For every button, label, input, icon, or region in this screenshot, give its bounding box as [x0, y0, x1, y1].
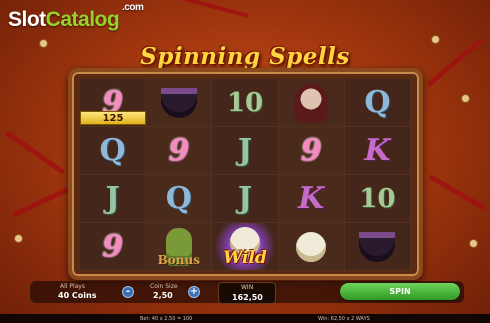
wild-symbol: Wild — [212, 223, 279, 271]
streamer-decoration — [11, 187, 69, 218]
wild-label: Wild — [223, 248, 267, 268]
coin-size-label: Coin Size — [150, 283, 178, 290]
card-symbol: 9 — [80, 223, 147, 271]
skull-symbol — [278, 223, 345, 271]
card-symbol: J — [80, 175, 147, 223]
lady-symbol — [278, 79, 345, 127]
coin-size-decrease-button[interactable]: - — [122, 286, 134, 298]
bet-status-text: Bet: 40 x 2,50 = 100 — [140, 316, 193, 322]
card-symbol: 10 — [212, 79, 279, 127]
card-symbol: K — [344, 127, 411, 175]
card-symbol: 9 — [278, 127, 345, 175]
card-symbol: 9 — [146, 127, 213, 175]
bonus-symbol: Bonus — [146, 223, 213, 271]
coins-value: 40 Coins — [58, 291, 97, 300]
coin-size-value: 2,50 — [153, 291, 173, 300]
win-value: 162,50 — [232, 293, 263, 302]
cauldron-icon — [160, 87, 197, 118]
win-amount-badge: 125 — [80, 111, 146, 125]
card-symbol: Q — [146, 175, 213, 223]
win-status-text: Win: 62,50 x 2 WAYS — [318, 316, 370, 322]
card-symbol: J — [212, 175, 279, 223]
lady-icon — [294, 82, 329, 123]
card-symbol: K — [278, 175, 345, 223]
status-bar: Bet: 40 x 2,50 = 100 Win: 62,50 x 2 WAYS — [0, 314, 490, 323]
pin-decoration — [462, 95, 469, 102]
logo-slot-text: Slot — [8, 8, 46, 31]
cauldron-symbol — [146, 79, 213, 127]
spin-button[interactable]: SPIN — [340, 283, 460, 300]
logo-com-text: .com — [122, 2, 144, 13]
cauldron-icon — [359, 231, 396, 262]
all-plays-label: All Plays — [60, 283, 85, 290]
skull-icon — [296, 231, 327, 262]
win-display: WIN 162,50 — [218, 282, 276, 304]
streamer-decoration — [428, 174, 487, 211]
slotcatalog-logo: SlotCatalog .com — [8, 2, 144, 32]
streamer-decoration — [4, 130, 66, 175]
logo-catalog-text: Catalog — [45, 8, 120, 31]
coin-size-increase-button[interactable]: + — [188, 286, 200, 298]
pin-decoration — [470, 240, 477, 247]
card-symbol: 10 — [344, 175, 411, 223]
win-label: WIN — [241, 284, 254, 291]
streamer-decoration — [180, 0, 250, 18]
game-title: Spinning Spells — [140, 43, 350, 70]
card-symbol: J — [212, 127, 279, 175]
card-symbol: Q — [344, 79, 411, 127]
cauldron-symbol — [344, 223, 411, 271]
pin-decoration — [15, 235, 22, 242]
bonus-label: Bonus — [157, 253, 200, 267]
pin-decoration — [432, 36, 439, 43]
card-symbol: Q — [80, 127, 147, 175]
reel-grid[interactable]: 9 10 Q Q 9 J 9 K J Q J K 10 9 Bonus Wild — [80, 79, 411, 271]
